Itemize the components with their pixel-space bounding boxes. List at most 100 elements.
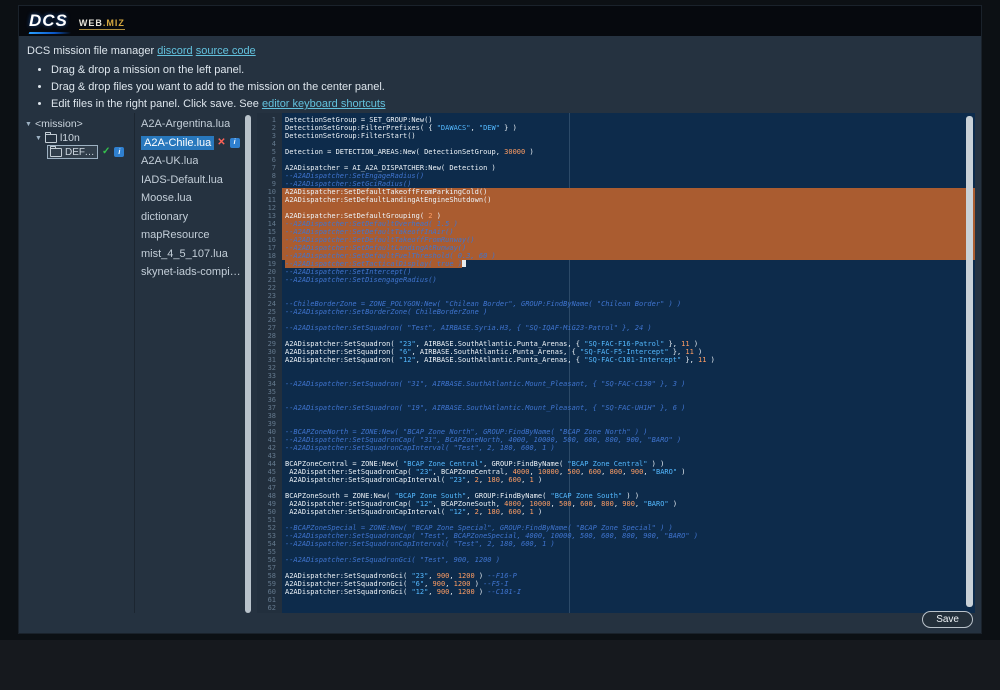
file-list-item[interactable]: dictionary [139,208,243,227]
editor-line[interactable]: 49 A2ADispatcher:SetSquadronCap( "12", B… [257,500,975,508]
editor-line[interactable]: 34--A2ADispatcher:SetSquadron( "31", AIR… [257,380,975,388]
editor-line[interactable]: 24--ChileBorderZone = ZONE_POLYGON:New( … [257,300,975,308]
editor-line[interactable]: 32 [257,364,975,372]
close-file-icon[interactable]: ✕ [217,137,225,148]
editor-line[interactable]: 7A2ADispatcher = AI_A2A_DISPATCHER:New( … [257,164,975,172]
editor-line[interactable]: 31A2ADispatcher:SetSquadron( "12", AIRBA… [257,356,975,364]
editor-line[interactable]: 28 [257,332,975,340]
file-name[interactable]: Moose.lua [141,192,192,204]
editor-line[interactable]: 17--A2ADispatcher:SetDefaultLandingAtRun… [257,244,975,252]
editor-line[interactable]: 25--A2ADispatcher:SetBorderZone( ChileBo… [257,308,975,316]
editor-line[interactable]: 20--A2ADispatcher:SetIntercept() [257,268,975,276]
editor-line[interactable]: 62 [257,604,975,612]
file-name[interactable]: A2A-Argentina.lua [141,118,230,130]
check-icon[interactable]: ✓ [102,147,110,157]
file-info-icon[interactable]: i [230,138,240,148]
editor-line[interactable]: 27--A2ADispatcher:SetSquadron( "Test", A… [257,324,975,332]
editor-line[interactable]: 47 [257,484,975,492]
file-name[interactable]: skynet-iads-compil… [141,266,243,278]
source-code-link[interactable]: source code [196,45,256,57]
editor-line[interactable]: 36 [257,396,975,404]
file-name[interactable]: mapResource [141,229,209,241]
editor-line[interactable]: 18--A2ADispatcher:SetDefaultFuelThreshol… [257,252,975,260]
editor-scrollbar[interactable] [966,116,973,607]
editor-line[interactable]: 22 [257,284,975,292]
editor-line[interactable]: 44BCAPZoneCentral = ZONE:New( "BCAP Zone… [257,460,975,468]
editor-line[interactable]: 35 [257,388,975,396]
file-name[interactable]: dictionary [141,211,188,223]
editor-line[interactable]: 30A2ADispatcher:SetSquadron( "6", AIRBAS… [257,348,975,356]
editor-line[interactable]: 16--A2ADispatcher:SetDefaultTakeoffFromR… [257,236,975,244]
editor-line[interactable]: 15--A2ADispatcher:SetDefaultTakeoffInAir… [257,228,975,236]
file-name[interactable]: A2A-Chile.lua [141,136,214,150]
caret-down-icon[interactable]: ▼ [35,135,42,142]
editor-line[interactable]: 3DetectionSetGroup:FilterStart() [257,132,975,140]
tree-folder-l10n[interactable]: ▼ l10n [25,131,134,145]
editor-line[interactable]: 56--A2ADispatcher:SetSquadronGci( "Test"… [257,556,975,564]
editor-shortcuts-link[interactable]: editor keyboard shortcuts [262,98,386,110]
editor-line[interactable]: 10A2ADispatcher:SetDefaultTakeoffFromPar… [257,188,975,196]
editor-line[interactable]: 11A2ADispatcher:SetDefaultLandingAtEngin… [257,196,975,204]
editor-line[interactable]: 53--A2ADispatcher:SetSquadronCap( "Test"… [257,532,975,540]
editor-line[interactable]: 60A2ADispatcher:SetSquadronGci( "12", 90… [257,588,975,596]
file-list-item[interactable]: skynet-iads-compil… [139,263,243,282]
file-list-scrollbar[interactable] [245,115,251,613]
editor-line[interactable]: 6 [257,156,975,164]
editor-lines[interactable]: 1DetectionSetGroup = SET_GROUP:New()2Det… [257,113,975,612]
editor-line[interactable]: 61 [257,596,975,604]
editor-line[interactable]: 52--BCAPZoneSpecial = ZONE:New( "BCAP Zo… [257,524,975,532]
file-list-item[interactable]: A2A-Chile.lua✕ i [139,134,243,153]
editor-line[interactable]: 12 [257,204,975,212]
mission-tree-panel[interactable]: ▼ <mission> ▼ l10n DEFAULT ✓ i [25,113,135,613]
file-list-item[interactable]: IADS-Default.lua [139,171,243,190]
tree-file-default[interactable]: DEFAULT ✓ i [25,145,134,159]
editor-line[interactable]: 13A2ADispatcher:SetDefaultGrouping( 2 ) [257,212,975,220]
editor-line[interactable]: 51 [257,516,975,524]
discord-link[interactable]: discord [157,45,192,57]
caret-down-icon[interactable]: ▼ [25,121,32,128]
file-list-item[interactable]: Moose.lua [139,189,243,208]
editor-line[interactable]: 8--A2ADispatcher:SetEngageRadius() [257,172,975,180]
editor-line[interactable]: 1DetectionSetGroup = SET_GROUP:New() [257,116,975,124]
editor-line[interactable]: 40--BCAPZoneNorth = ZONE:New( "BCAP Zone… [257,428,975,436]
editor-line[interactable]: 37--A2ADispatcher:SetSquadron( "19", AIR… [257,404,975,412]
selected-tree-file-chip[interactable]: DEFAULT [47,145,98,159]
editor-line[interactable]: 50 A2ADispatcher:SetSquadronCapInterval(… [257,508,975,516]
file-name[interactable]: mist_4_5_107.lua [141,248,228,260]
save-button[interactable]: Save [922,611,973,628]
file-list-item[interactable]: mapResource [139,226,243,245]
editor-line[interactable]: 43 [257,452,975,460]
editor-line[interactable]: 14--A2ADispatcher:SetDefaultOverhead( 1.… [257,220,975,228]
info-icon[interactable]: i [114,147,124,157]
editor-line[interactable]: 38 [257,412,975,420]
editor-line[interactable]: 33 [257,372,975,380]
editor-line[interactable]: 23 [257,292,975,300]
file-list-item[interactable]: A2A-Argentina.lua [139,115,243,134]
editor-line[interactable]: 46 A2ADispatcher:SetSquadronCapInterval(… [257,476,975,484]
editor-line[interactable]: 39 [257,420,975,428]
editor-line[interactable]: 2DetectionSetGroup:FilterPrefixes( { "DA… [257,124,975,132]
code-editor[interactable]: 1DetectionSetGroup = SET_GROUP:New()2Det… [257,113,975,613]
editor-line[interactable]: 57 [257,564,975,572]
editor-line[interactable]: 4 [257,140,975,148]
editor-line[interactable]: 54--A2ADispatcher:SetSquadronCapInterval… [257,540,975,548]
file-list-item[interactable]: A2A-UK.lua [139,152,243,171]
editor-line[interactable]: 55 [257,548,975,556]
editor-line[interactable]: 41--A2ADispatcher:SetSquadronCap( "31", … [257,436,975,444]
editor-line[interactable]: 9--A2ADispatcher:SetGciRadius() [257,180,975,188]
editor-line[interactable]: 21--A2ADispatcher:SetDisengageRadius() [257,276,975,284]
editor-line[interactable]: 26 [257,316,975,324]
file-list[interactable]: A2A-Argentina.lua A2A-Chile.lua✕ i A2A-UK.l… [139,115,243,613]
editor-line[interactable]: 19--A2ADispatcher:SetTacticalDisplay( tr… [257,260,975,268]
editor-line[interactable]: 58A2ADispatcher:SetSquadronGci( "23", 90… [257,572,975,580]
file-list-item[interactable]: mist_4_5_107.lua [139,245,243,264]
tree-root-mission[interactable]: ▼ <mission> [25,117,134,131]
editor-line[interactable]: 48BCAPZoneSouth = ZONE:New( "BCAP Zone S… [257,492,975,500]
file-name[interactable]: IADS-Default.lua [141,174,223,186]
editor-line[interactable]: 5Detection = DETECTION_AREAS:New( Detect… [257,148,975,156]
editor-line[interactable]: 42--A2ADispatcher:SetSquadronCapInterval… [257,444,975,452]
editor-line[interactable]: 59A2ADispatcher:SetSquadronGci( "6", 900… [257,580,975,588]
file-name[interactable]: A2A-UK.lua [141,155,198,167]
editor-line[interactable]: 29A2ADispatcher:SetSquadron( "23", AIRBA… [257,340,975,348]
editor-line[interactable]: 45 A2ADispatcher:SetSquadronCap( "23", B… [257,468,975,476]
